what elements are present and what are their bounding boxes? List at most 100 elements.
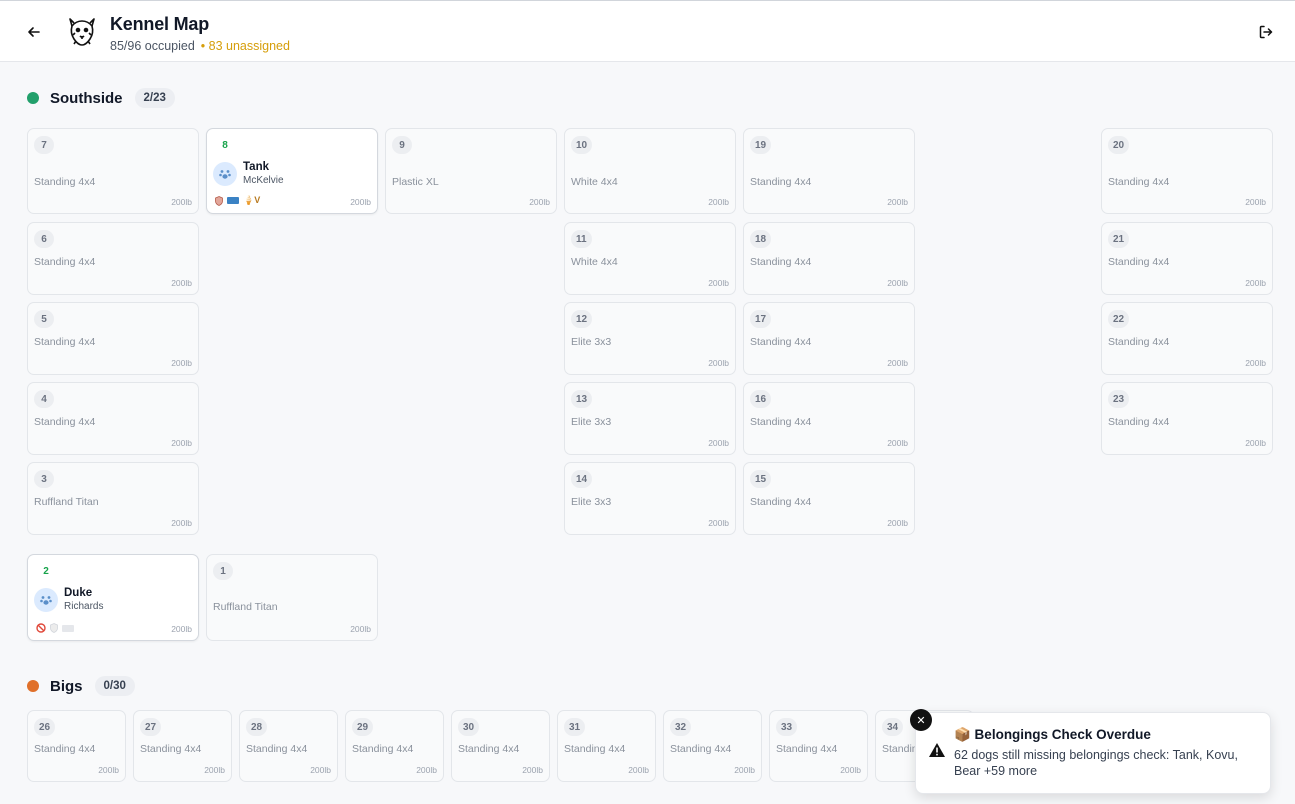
kennel-26[interactable]: 26 Standing 4x4 200lb	[27, 710, 126, 782]
kennel-10[interactable]: 10 White 4x4 200lb	[564, 128, 736, 214]
kennel-number: 29	[352, 718, 374, 736]
kennel-type: White 4x4	[571, 176, 618, 188]
kennel-20[interactable]: 20 Standing 4x4 200lb	[1101, 128, 1273, 214]
kennel-17[interactable]: 17 Standing 4x4 200lb	[743, 302, 915, 375]
status-dot	[27, 680, 39, 692]
kennel-number: 19	[750, 136, 772, 154]
section-bigs-header[interactable]: Bigs 0/30	[27, 674, 135, 698]
kennel-11[interactable]: 11 White 4x4 200lb	[564, 222, 736, 295]
kennel-4[interactable]: 4 Standing 4x4 200lb	[27, 382, 199, 455]
kennel-number: 18	[750, 230, 772, 248]
kennel-type: Standing 4x4	[34, 743, 96, 755]
kennel-number: 21	[1108, 230, 1130, 248]
kennel-capacity: 200lb	[1245, 197, 1266, 207]
kennel-capacity: 200lb	[708, 438, 729, 448]
section-count-badge: 0/30	[94, 676, 135, 696]
kennel-type: Elite 3x3	[571, 416, 612, 428]
kennel-number: 7	[34, 136, 54, 154]
kennel-type: Standing 4x4	[34, 256, 96, 268]
back-button[interactable]	[22, 20, 46, 44]
kennel-capacity: 200lb	[887, 358, 908, 368]
kennel-19[interactable]: 19 Standing 4x4 200lb	[743, 128, 915, 214]
kennel-21[interactable]: 21 Standing 4x4 200lb	[1101, 222, 1273, 295]
kennel-number: 3	[34, 470, 54, 488]
kennel-6[interactable]: 6 Standing 4x4 200lb	[27, 222, 199, 295]
kennel-1[interactable]: 1 Ruffland Titan 200lb	[206, 554, 378, 641]
kennel-number: 27	[140, 718, 162, 736]
kennel-18[interactable]: 18 Standing 4x4 200lb	[743, 222, 915, 295]
kennel-type: Standing 4x4	[246, 743, 308, 755]
kennel-23[interactable]: 23 Standing 4x4 200lb	[1101, 382, 1273, 455]
kennel-number: 12	[571, 310, 593, 328]
kennel-15[interactable]: 15 Standing 4x4 200lb	[743, 462, 915, 535]
kennel-capacity: 200lb	[1245, 358, 1266, 368]
kennel-number: 17	[750, 310, 772, 328]
section-southside-header[interactable]: Southside 2/23	[27, 86, 175, 110]
kennel-type: Standing 4x4	[1108, 336, 1170, 348]
kennel-9[interactable]: 9 Plastic XL 200lb	[385, 128, 557, 214]
kennel-capacity: 200lb	[350, 197, 371, 207]
kennel-29[interactable]: 29 Standing 4x4 200lb	[345, 710, 444, 782]
dog-owner: McKelvie	[243, 175, 284, 186]
kennel-number: 30	[458, 718, 480, 736]
kennel-type: Standing 4x4	[34, 416, 96, 428]
kennel-capacity: 200lb	[887, 438, 908, 448]
occupancy-summary: 85/96 occupied • 83 unassigned	[110, 39, 290, 53]
kennel-2[interactable]: 2 Duke Richards 200lb	[27, 554, 199, 641]
kennel-14[interactable]: 14 Elite 3x3 200lb	[564, 462, 736, 535]
kennel-capacity: 200lb	[98, 765, 119, 775]
kennel-type: Standing 4x4	[750, 336, 812, 348]
kennel-type: Standing 4x4	[670, 743, 732, 755]
kennel-type: Plastic XL	[392, 176, 439, 188]
kennel-7[interactable]: 7 Standing 4x4 200lb	[27, 128, 199, 214]
kennel-number: 1	[213, 562, 233, 580]
kennel-capacity: 200lb	[708, 518, 729, 528]
kennel-capacity: 200lb	[887, 197, 908, 207]
kennel-capacity: 200lb	[416, 765, 437, 775]
vaccine-label: V	[254, 195, 261, 205]
kennel-8[interactable]: 8 Tank McKelvie 🍦V 200lb	[206, 128, 378, 214]
page-title: Kennel Map	[110, 14, 210, 34]
logout-button[interactable]	[1255, 21, 1277, 43]
kennel-number: 28	[246, 718, 268, 736]
logout-icon	[1259, 25, 1273, 39]
kennel-capacity: 200lb	[310, 765, 331, 775]
dog-name: Tank	[243, 161, 269, 173]
kennel-type: Standing 4x4	[34, 336, 96, 348]
kennel-12[interactable]: 12 Elite 3x3 200lb	[564, 302, 736, 375]
kennel-number: 15	[750, 470, 772, 488]
dog-logo-icon	[66, 15, 98, 49]
kennel-31[interactable]: 31 Standing 4x4 200lb	[557, 710, 656, 782]
kennel-capacity: 200lb	[204, 765, 225, 775]
kennel-32[interactable]: 32 Standing 4x4 200lb	[663, 710, 762, 782]
toast-message: 62 dogs still missing belongings check: …	[954, 748, 1238, 778]
kennel-type: Standin	[882, 743, 918, 755]
kennel-capacity: 200lb	[171, 518, 192, 528]
kennel-number: 26	[34, 718, 56, 736]
kennel-type: White 4x4	[571, 256, 618, 268]
kennel-type: Standing 4x4	[1108, 416, 1170, 428]
kennel-capacity: 200lb	[1245, 438, 1266, 448]
kennel-capacity: 200lb	[840, 765, 861, 775]
kennel-30[interactable]: 30 Standing 4x4 200lb	[451, 710, 550, 782]
kennel-number: 31	[564, 718, 586, 736]
kennel-13[interactable]: 13 Elite 3x3 200lb	[564, 382, 736, 455]
section-title: Southside	[50, 89, 123, 107]
kennel-5[interactable]: 5 Standing 4x4 200lb	[27, 302, 199, 375]
kennel-number: 13	[571, 390, 593, 408]
kennel-type: Standing 4x4	[776, 743, 838, 755]
kennel-type: Standing 4x4	[1108, 256, 1170, 268]
kennel-capacity: 200lb	[171, 438, 192, 448]
vaccine-badge: 🍦V	[243, 195, 261, 205]
unassigned-count[interactable]: • 83 unassigned	[201, 39, 290, 53]
kennel-number: 33	[776, 718, 798, 736]
kennel-27[interactable]: 27 Standing 4x4 200lb	[133, 710, 232, 782]
kennel-22[interactable]: 22 Standing 4x4 200lb	[1101, 302, 1273, 375]
kennel-28[interactable]: 28 Standing 4x4 200lb	[239, 710, 338, 782]
kennel-16[interactable]: 16 Standing 4x4 200lb	[743, 382, 915, 455]
kennel-type: Standing 4x4	[750, 256, 812, 268]
kennel-3[interactable]: 3 Ruffland Titan 200lb	[27, 462, 199, 535]
kennel-33[interactable]: 33 Standing 4x4 200lb	[769, 710, 868, 782]
kennel-number: 34	[882, 718, 904, 736]
toast-close-button[interactable]: ✕	[910, 709, 932, 731]
